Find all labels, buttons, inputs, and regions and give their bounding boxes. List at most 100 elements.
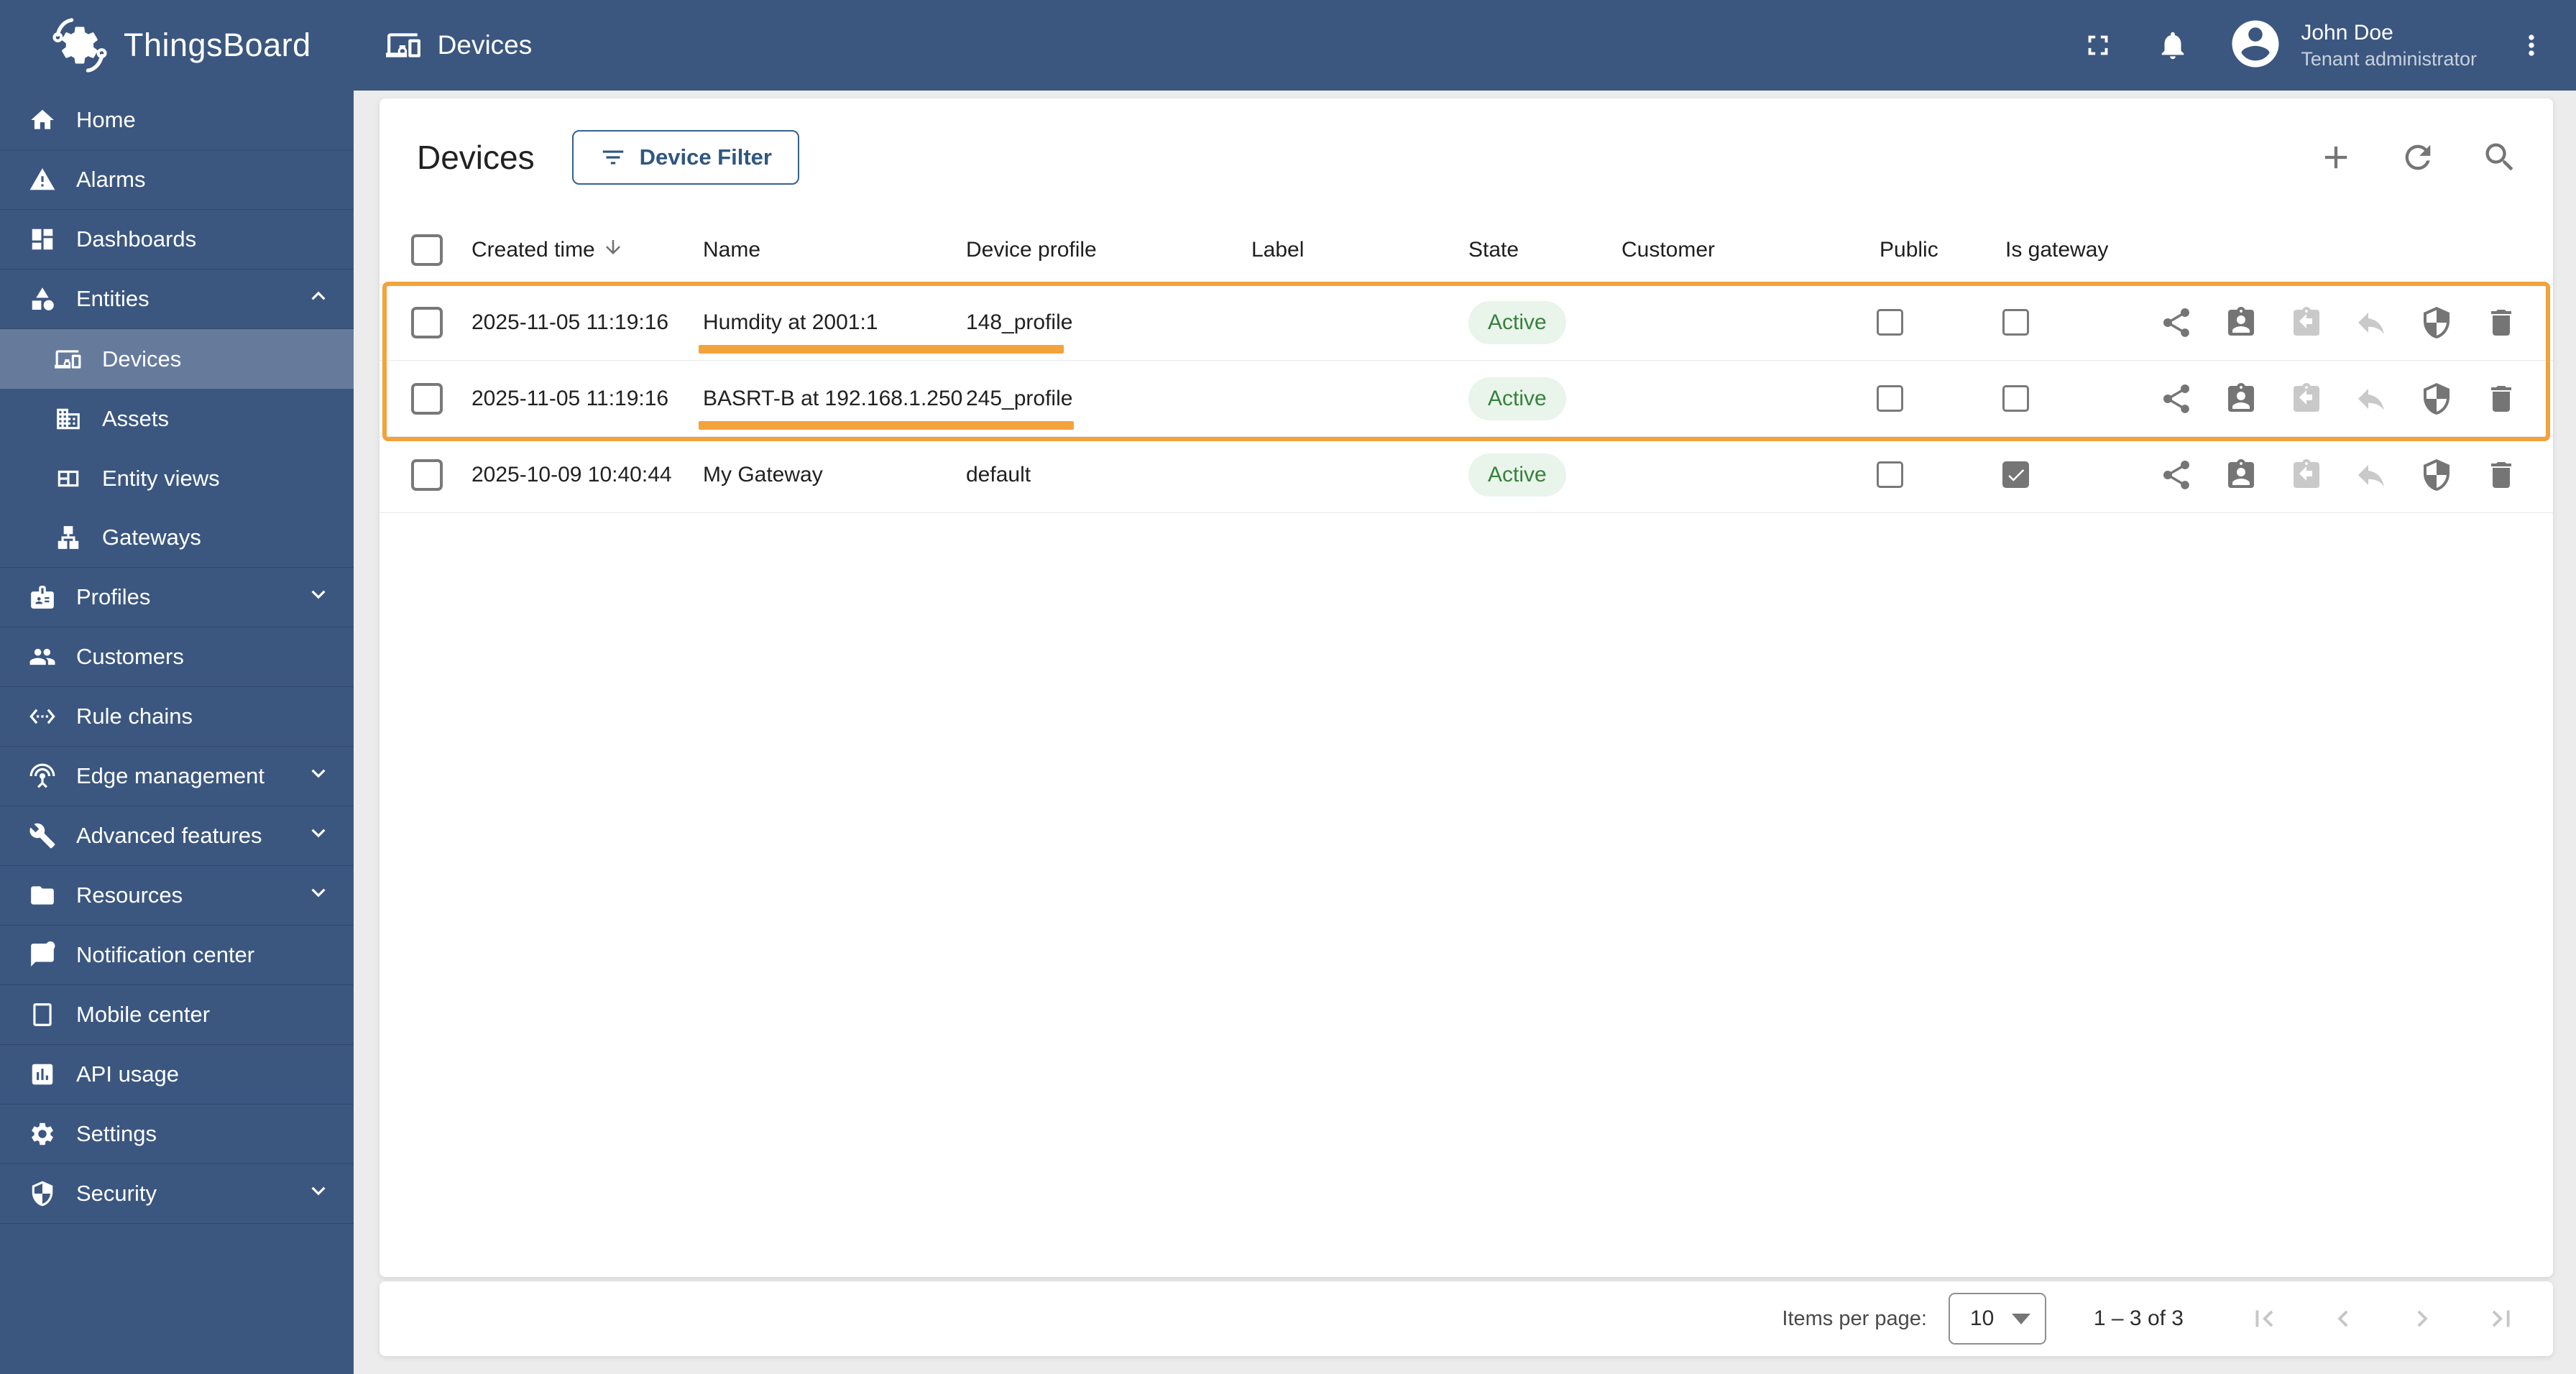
- sidebar-item-dashboards[interactable]: Dashboards: [0, 210, 354, 269]
- column-header-is-gateway[interactable]: Is gateway: [1987, 238, 2152, 262]
- sidebar-item-rule-chains[interactable]: Rule chains: [0, 687, 354, 747]
- assign-to-customer-icon: [2224, 382, 2258, 416]
- delete-button[interactable]: [2483, 304, 2520, 341]
- share-button[interactable]: [2158, 304, 2195, 341]
- avatar: [2227, 16, 2283, 75]
- chevron-up-icon: [305, 282, 332, 310]
- user-menu[interactable]: John Doe Tenant administrator: [2227, 16, 2477, 75]
- sidebar-item-alarms[interactable]: Alarms: [0, 150, 354, 210]
- sidebar-item-settings[interactable]: Settings: [0, 1105, 354, 1164]
- first-page-button[interactable]: [2247, 1301, 2281, 1336]
- table-row[interactable]: 2025-11-05 11:19:16 BASRT-B at 192.168.1…: [380, 361, 2553, 437]
- chevron-down-icon: [305, 819, 332, 847]
- share-icon: [2159, 458, 2194, 492]
- items-per-page-select[interactable]: 10: [1948, 1293, 2046, 1345]
- sidebar-item-notification-center[interactable]: Notification center: [0, 926, 354, 985]
- table-header-row: Created time Name Device profile Label S…: [380, 216, 2553, 285]
- sidebar-item-advanced-features[interactable]: Advanced features: [0, 806, 354, 866]
- sidebar-item-gateways[interactable]: Gateways: [0, 508, 354, 568]
- column-header-label[interactable]: Label: [1251, 238, 1468, 262]
- thingsboard-logo[interactable]: ThingsBoard: [52, 17, 311, 73]
- sort-desc-icon: [602, 236, 624, 264]
- user-name: John Doe: [2301, 21, 2393, 45]
- manage-credentials-button[interactable]: [2418, 380, 2455, 418]
- delete-button[interactable]: [2483, 456, 2520, 494]
- public-checkbox[interactable]: [1877, 461, 1903, 488]
- state-badge: Active: [1468, 377, 1566, 420]
- sidebar-item-resources[interactable]: Resources: [0, 866, 354, 926]
- table-row[interactable]: 2025-10-09 10:40:44 My Gateway default A…: [380, 437, 2553, 513]
- alarm-warning-icon: [29, 166, 56, 193]
- last-page-button[interactable]: [2484, 1301, 2518, 1336]
- device-filter-button[interactable]: Device Filter: [571, 129, 799, 185]
- search-button[interactable]: [2480, 137, 2520, 177]
- refresh-icon: [2399, 139, 2437, 176]
- public-checkbox[interactable]: [1877, 309, 1903, 336]
- manage-credentials-button[interactable]: [2418, 456, 2455, 494]
- sidebar-item-entity-views[interactable]: Entity views: [0, 448, 354, 508]
- sidebar-item-label: Profiles: [76, 584, 151, 609]
- is-gateway-checkbox[interactable]: [2002, 309, 2029, 336]
- row-checkbox[interactable]: [411, 382, 443, 415]
- manage-credentials-shield-icon: [2419, 305, 2454, 340]
- sidebar-item-label: Entities: [76, 286, 150, 311]
- search-icon: [2481, 139, 2518, 176]
- row-checkbox[interactable]: [411, 306, 443, 338]
- unassign-from-customer-icon: [2289, 305, 2324, 340]
- notification-center-icon: [29, 941, 56, 969]
- manage-credentials-button[interactable]: [2418, 304, 2455, 341]
- sidebar-item-entities[interactable]: Entities: [0, 269, 354, 329]
- table-row[interactable]: 2025-11-05 11:19:16 Humdity at 2001:1 14…: [380, 285, 2553, 361]
- assign-to-customer-button[interactable]: [2222, 456, 2260, 494]
- column-header-public[interactable]: Public: [1861, 238, 1987, 262]
- cell-created-time: 2025-11-05 11:19:16: [472, 310, 669, 334]
- customers-icon: [29, 643, 56, 670]
- sidebar-item-security[interactable]: Security: [0, 1164, 354, 1224]
- sidebar-item-devices[interactable]: Devices: [0, 329, 354, 389]
- sidebar-item-home[interactable]: Home: [0, 91, 354, 150]
- share-button[interactable]: [2158, 456, 2195, 494]
- sidebar-item-label: Notification center: [76, 942, 255, 967]
- column-header-state[interactable]: State: [1468, 238, 1622, 262]
- unassign-from-customer-icon: [2289, 458, 2324, 492]
- assign-to-customer-button[interactable]: [2222, 380, 2260, 418]
- cell-device-profile: 148_profile: [966, 310, 1073, 334]
- public-checkbox[interactable]: [1877, 385, 1903, 412]
- column-header-device-profile[interactable]: Device profile: [966, 238, 1251, 262]
- add-device-button[interactable]: [2316, 137, 2356, 177]
- chevron-down-icon: [305, 879, 332, 906]
- delete-icon: [2484, 382, 2518, 416]
- sidebar-item-mobile-center[interactable]: Mobile center: [0, 985, 354, 1045]
- refresh-button[interactable]: [2398, 137, 2438, 177]
- sidebar-item-api-usage[interactable]: API usage: [0, 1045, 354, 1105]
- chevron-down-icon: [305, 581, 332, 608]
- sidebar-item-edge-management[interactable]: Edge management: [0, 747, 354, 806]
- select-all-checkbox[interactable]: [411, 234, 443, 266]
- previous-page-button[interactable]: [2326, 1301, 2360, 1336]
- column-header-created-time[interactable]: Created time: [472, 236, 703, 264]
- user-role: Tenant administrator: [2301, 48, 2477, 70]
- chevron-down-icon: [305, 1177, 332, 1204]
- dashboards-icon: [29, 226, 56, 253]
- entity-views-icon: [55, 465, 82, 492]
- notifications-button[interactable]: [2153, 25, 2193, 65]
- revert-icon: [2354, 305, 2388, 340]
- sidebar-item-assets[interactable]: Assets: [0, 389, 354, 448]
- page-range-label: 1 – 3 of 3: [2093, 1306, 2184, 1330]
- row-checkbox[interactable]: [411, 458, 443, 491]
- assign-to-customer-button[interactable]: [2222, 304, 2260, 341]
- select-caret-icon: [2011, 1313, 2030, 1324]
- delete-button[interactable]: [2483, 380, 2520, 418]
- expand-chevron: [305, 581, 332, 614]
- column-header-name[interactable]: Name: [703, 238, 966, 262]
- is-gateway-checkbox[interactable]: [2002, 385, 2029, 412]
- sidebar-item-customers[interactable]: Customers: [0, 627, 354, 687]
- is-gateway-checkbox[interactable]: [2002, 461, 2029, 488]
- share-icon: [2159, 305, 2194, 340]
- share-button[interactable]: [2158, 380, 2195, 418]
- column-header-customer[interactable]: Customer: [1622, 238, 1861, 262]
- next-page-button[interactable]: [2405, 1301, 2439, 1336]
- fullscreen-button[interactable]: [2078, 25, 2118, 65]
- more-menu-button[interactable]: [2511, 25, 2552, 65]
- sidebar-item-profiles[interactable]: Profiles: [0, 568, 354, 627]
